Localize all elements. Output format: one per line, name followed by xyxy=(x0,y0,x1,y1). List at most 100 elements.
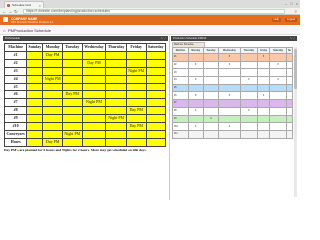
schedule-cell[interactable] xyxy=(145,58,166,68)
schedule-cell[interactable]: Night PM xyxy=(105,114,127,124)
schedule-cell[interactable]: Night PM xyxy=(42,74,63,84)
schedule-cell[interactable]: Night PM xyxy=(125,66,147,76)
schedule-mark-cell[interactable] xyxy=(239,91,258,101)
schedule-cell[interactable] xyxy=(81,129,107,139)
schedule-mark-cell[interactable] xyxy=(187,83,204,93)
schedule-cell[interactable] xyxy=(105,106,127,116)
schedule-cell[interactable]: Day PM xyxy=(125,122,147,131)
schedule-mark-cell[interactable] xyxy=(187,53,204,62)
schedule-mark-cell[interactable]: X xyxy=(218,53,241,62)
schedule-cell[interactable] xyxy=(42,114,63,124)
schedule-mark-cell[interactable] xyxy=(269,83,287,93)
schedule-cell[interactable] xyxy=(26,137,44,147)
schedule-mark-cell[interactable] xyxy=(187,68,204,78)
home-icon[interactable]: ⌂ xyxy=(3,28,5,33)
schedule-mark-cell[interactable] xyxy=(256,76,271,85)
schedule-mark-cell[interactable] xyxy=(187,99,204,108)
scrollbar-thumb[interactable] xyxy=(294,49,297,89)
schedule-cell[interactable] xyxy=(145,114,166,124)
schedule-mark-cell[interactable] xyxy=(256,114,271,124)
schedule-cell[interactable] xyxy=(81,90,107,100)
url-field[interactable]: https://f.dmesite.com/dm/planning/produc… xyxy=(23,9,285,14)
schedule-mark-cell[interactable] xyxy=(218,129,241,139)
schedule-mark-cell[interactable]: X xyxy=(218,122,241,131)
schedule-mark-cell[interactable] xyxy=(202,91,220,101)
maximize-icon[interactable]: □ xyxy=(290,1,292,6)
schedule-cell[interactable] xyxy=(42,129,63,139)
schedule-mark-cell[interactable] xyxy=(285,83,294,93)
schedule-cell[interactable] xyxy=(42,58,63,68)
schedule-mark-cell[interactable] xyxy=(239,99,258,108)
schedule-mark-cell[interactable] xyxy=(285,129,294,139)
schedule-cell[interactable] xyxy=(125,82,147,92)
panel-tools-icon[interactable]: ✎ ⤢ xyxy=(290,36,295,41)
schedule-cell[interactable] xyxy=(61,50,83,60)
schedule-mark-cell[interactable] xyxy=(218,99,241,108)
schedule-cell[interactable] xyxy=(125,58,147,68)
schedule-mark-cell[interactable]: X xyxy=(256,53,271,62)
schedule-cell[interactable] xyxy=(105,74,127,84)
schedule-cell[interactable]: Day PM xyxy=(81,58,107,68)
table-row[interactable]: #7 xyxy=(172,99,294,108)
schedule-mark-cell[interactable] xyxy=(239,129,258,139)
logout-button[interactable]: Logout xyxy=(285,18,297,22)
schedule-mark-cell[interactable] xyxy=(239,122,258,131)
schedule-mark-cell[interactable] xyxy=(202,68,220,78)
schedule-cell[interactable] xyxy=(125,137,147,147)
schedule-cell[interactable]: Day PM xyxy=(42,50,63,60)
schedule-cell[interactable] xyxy=(125,129,147,139)
schedule-cell[interactable] xyxy=(125,114,147,124)
schedule-mark-cell[interactable]: X xyxy=(269,60,287,70)
schedule-cell[interactable] xyxy=(145,129,166,139)
close-tab-icon[interactable]: × xyxy=(39,3,41,8)
table-row[interactable]: #8 X X xyxy=(172,106,294,116)
schedule-cell[interactable] xyxy=(61,66,83,76)
schedule-mark-cell[interactable] xyxy=(187,114,204,124)
close-window-icon[interactable]: × xyxy=(296,1,298,6)
schedule-cell[interactable] xyxy=(26,66,44,76)
schedule-cell[interactable] xyxy=(26,129,44,139)
schedule-mark-cell[interactable]: X xyxy=(202,114,220,124)
schedule-mark-cell[interactable] xyxy=(269,68,287,78)
schedule-cell[interactable] xyxy=(61,98,83,108)
schedule-cell[interactable] xyxy=(26,58,44,68)
schedule-mark-cell[interactable]: X xyxy=(187,76,204,85)
help-button[interactable]: Help xyxy=(271,18,281,22)
table-row[interactable]: #4 X X X xyxy=(172,76,294,85)
browser-tab[interactable]: Schedule Grid × xyxy=(4,1,44,8)
schedule-mark-cell[interactable] xyxy=(239,68,258,78)
schedule-mark-cell[interactable] xyxy=(256,83,271,93)
schedule-cell[interactable] xyxy=(81,137,107,147)
schedule-cell[interactable] xyxy=(42,90,63,100)
schedule-cell[interactable] xyxy=(42,66,63,76)
schedule-mark-cell[interactable]: X xyxy=(269,76,287,85)
schedule-cell[interactable] xyxy=(81,106,107,116)
schedule-mark-cell[interactable] xyxy=(256,122,271,131)
schedule-cell[interactable] xyxy=(26,50,44,60)
schedule-cell[interactable] xyxy=(26,106,44,116)
schedule-cell[interactable] xyxy=(105,82,127,92)
schedule-mark-cell[interactable] xyxy=(285,106,294,116)
schedule-mark-cell[interactable] xyxy=(202,53,220,62)
schedule-mark-cell[interactable] xyxy=(218,76,241,85)
schedule-cell[interactable] xyxy=(81,50,107,60)
schedule-cell[interactable] xyxy=(125,74,147,84)
schedule-mark-cell[interactable] xyxy=(256,129,271,139)
schedule-cell[interactable] xyxy=(42,106,63,116)
schedule-mark-cell[interactable]: X xyxy=(187,106,204,116)
schedule-cell[interactable]: Day PM xyxy=(125,106,147,116)
schedule-mark-cell[interactable] xyxy=(285,68,294,78)
back-arrow-icon[interactable]: ← xyxy=(2,9,7,14)
schedule-cell[interactable] xyxy=(125,50,147,60)
schedule-mark-cell[interactable] xyxy=(269,114,287,124)
schedule-cell[interactable] xyxy=(61,106,83,116)
schedule-mark-cell[interactable] xyxy=(285,91,294,101)
schedule-cell[interactable] xyxy=(105,58,127,68)
schedule-mark-cell[interactable]: X xyxy=(218,60,241,70)
schedule-cell[interactable] xyxy=(125,98,147,108)
table-row[interactable]: #10 X X xyxy=(172,122,294,131)
schedule-cell[interactable] xyxy=(81,66,107,76)
schedule-cell[interactable] xyxy=(26,82,44,92)
schedule-mark-cell[interactable]: X xyxy=(218,91,241,101)
schedule-cell[interactable] xyxy=(145,82,166,92)
